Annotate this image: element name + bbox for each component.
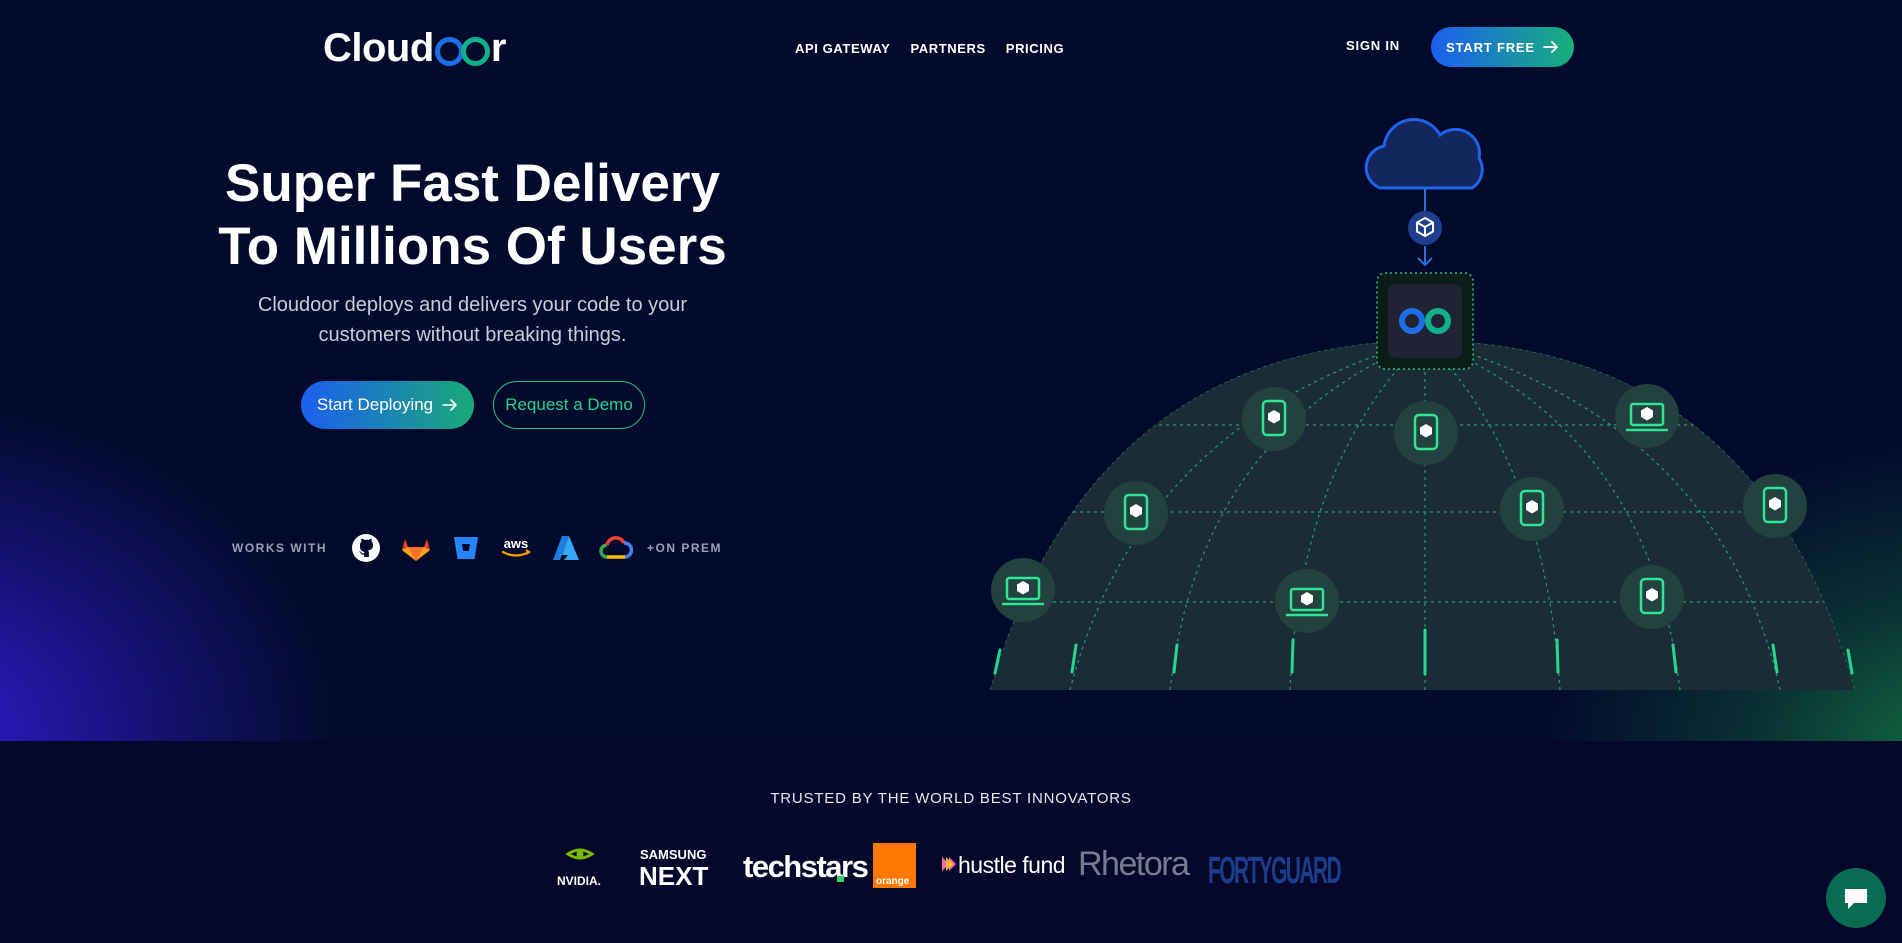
works-with-row: WORKS WITH aws +ON PREM xyxy=(232,532,722,564)
samsung-next-logo: SAMSUNG NEXT xyxy=(639,847,708,890)
phone-node xyxy=(1743,474,1807,538)
arrow-right-icon xyxy=(1542,41,1558,53)
hero-subtitle-line-1: Cloudoor deploys and delivers your code … xyxy=(257,294,688,316)
hustle-fund-logo: hustle fund xyxy=(942,852,1066,878)
nav-pricing[interactable]: PRICING xyxy=(1006,41,1064,56)
github-icon xyxy=(349,531,383,565)
rhetora-text: Rhetora xyxy=(1078,845,1190,883)
logo-text-prefix: Cloud xyxy=(323,26,434,70)
logo[interactable]: Cloud r xyxy=(323,26,506,71)
fortyguard-logo: FORTYGUARD xyxy=(1208,850,1344,890)
arrow-right-icon xyxy=(442,399,457,411)
laptop-node xyxy=(991,558,1055,622)
logo-text-suffix: r xyxy=(490,26,507,70)
trusted-title: TRUSTED BY THE WORLD BEST INNOVATORS xyxy=(770,790,1132,807)
orange-logo: orange xyxy=(873,843,916,888)
chat-icon xyxy=(1845,889,1867,909)
hero-title: Super Fast Delivery To Millions Of Users xyxy=(180,152,765,278)
sign-in-link[interactable]: SIGN IN xyxy=(1346,38,1400,53)
request-demo-label: Request a Demo xyxy=(505,395,633,414)
request-demo-button[interactable]: Request a Demo xyxy=(493,381,645,429)
samsung-text: SAMSUNG xyxy=(640,847,706,862)
aws-icon: aws xyxy=(499,531,533,565)
hero-subtitle-line-2: customers without breaking things. xyxy=(318,324,627,346)
phone-node xyxy=(1620,565,1684,629)
logo-oo-icon xyxy=(434,31,490,66)
start-deploying-label: Start Deploying xyxy=(316,395,434,414)
orange-text: orange xyxy=(876,876,910,887)
phone-node xyxy=(1104,481,1168,545)
hero-title-line-1: Super Fast Delivery xyxy=(225,154,720,213)
partner-logos: NVIDIA. SAMSUNG NEXT techstars orange hu… xyxy=(557,843,1344,890)
blue-glow xyxy=(0,400,340,741)
bitbucket-icon xyxy=(449,531,483,565)
phone-node xyxy=(1500,477,1564,541)
fortyguard-text: FORTYGUARD xyxy=(1208,850,1341,890)
works-with-label: WORKS WITH xyxy=(232,541,327,555)
techstars-logo: techstars xyxy=(743,849,869,884)
google-cloud-icon xyxy=(599,531,633,565)
delivery-globe-illustration xyxy=(990,118,1855,690)
hustle-fund-text: hustle fund xyxy=(958,852,1065,878)
techstars-text: techstars xyxy=(743,849,868,884)
aws-text: aws xyxy=(504,536,529,551)
cloud-icon xyxy=(1364,118,1484,190)
main-nav: API GATEWAY PARTNERS PRICING xyxy=(795,41,1064,56)
rhetora-logo: Rhetora xyxy=(1078,845,1192,883)
hero-title-line-2: To Millions Of Users xyxy=(218,217,727,276)
start-free-button[interactable]: START FREE xyxy=(1431,27,1574,67)
laptop-node xyxy=(1275,569,1339,633)
phone-node xyxy=(1394,401,1458,465)
nvidia-text: NVIDIA. xyxy=(557,874,601,888)
laptop-node xyxy=(1615,384,1679,448)
azure-icon xyxy=(549,531,583,565)
nav-api-gateway[interactable]: API GATEWAY xyxy=(795,41,890,56)
hero-subtitle: Cloudoor deploys and delivers your code … xyxy=(220,290,725,350)
chat-widget-button[interactable] xyxy=(1826,868,1886,928)
start-free-label: START FREE xyxy=(1446,39,1535,55)
next-text: NEXT xyxy=(639,861,708,890)
nav-partners[interactable]: PARTNERS xyxy=(910,41,985,56)
gitlab-icon xyxy=(399,531,433,565)
nvidia-logo: NVIDIA. xyxy=(557,848,601,888)
phone-node xyxy=(1242,387,1306,451)
on-prem-label: +ON PREM xyxy=(647,541,723,555)
start-deploying-button[interactable]: Start Deploying xyxy=(301,381,474,429)
